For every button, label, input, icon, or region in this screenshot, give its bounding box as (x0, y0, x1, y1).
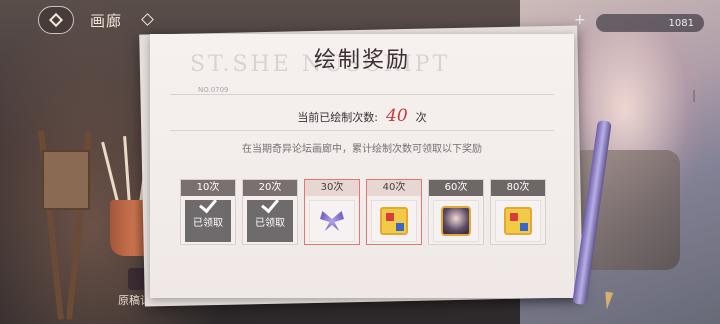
reward-item-slot (495, 200, 541, 242)
easel-decoration (38, 130, 92, 320)
checkmark-icon (261, 194, 279, 214)
reward-description: 在当期奇异论坛画廊中，累计绘制次数可领取以下奖励 (242, 144, 482, 155)
reward-modal: ST.SHE NUSCRIPT NO.0709 绘制奖励 当前已绘制次数: 40 次… (150, 34, 695, 298)
reward-card-60[interactable]: 60次 (428, 179, 484, 245)
divider (170, 94, 554, 95)
currency-display: 1081 (596, 14, 704, 32)
claimed-slot: 已领取 (247, 194, 293, 242)
reward-card-40[interactable]: 40次 (366, 179, 422, 245)
reward-list: 10次 已领取 20次 已领取 30次 40次 60次 80次 (180, 179, 546, 247)
scrollbar[interactable] (693, 90, 695, 102)
reward-card-30[interactable]: 30次 (304, 179, 360, 245)
butterfly-icon (320, 211, 344, 231)
reward-threshold: 10次 (181, 180, 235, 196)
palette-icon (504, 207, 532, 235)
portrait-icon (441, 206, 471, 236)
modal-title: 绘制奖励 (313, 48, 410, 73)
back-arrow-icon (48, 12, 64, 28)
draw-count-label: 当前已绘制次数: (297, 111, 379, 124)
reward-threshold: 30次 (305, 180, 359, 196)
draw-count-row: 当前已绘制次数: 40 次 (150, 106, 574, 126)
reward-item-slot (309, 200, 355, 242)
back-button[interactable] (38, 6, 74, 34)
reward-item-slot (433, 200, 479, 242)
reward-card-10[interactable]: 10次 已领取 (180, 179, 236, 245)
reward-threshold: 40次 (367, 180, 421, 196)
draw-count-unit: 次 (415, 111, 427, 124)
reward-threshold: 60次 (429, 180, 483, 196)
reward-card-80[interactable]: 80次 (490, 179, 546, 245)
paper-number: NO.0709 (198, 86, 229, 94)
reward-item-slot (371, 200, 417, 242)
draw-count-value: 40 (386, 106, 408, 126)
palette-icon (380, 207, 408, 235)
divider (170, 130, 554, 131)
checkmark-icon (199, 194, 217, 214)
reward-card-20[interactable]: 20次 已领取 (242, 179, 298, 245)
reward-threshold: 80次 (491, 180, 545, 196)
claimed-status: 已领取 (193, 217, 223, 229)
page-title: 画廊 (90, 12, 123, 30)
claimed-slot: 已领取 (185, 194, 231, 242)
currency-amount: 1081 (668, 17, 694, 29)
claimed-status: 已领取 (255, 217, 285, 229)
reward-threshold: 20次 (243, 180, 297, 196)
